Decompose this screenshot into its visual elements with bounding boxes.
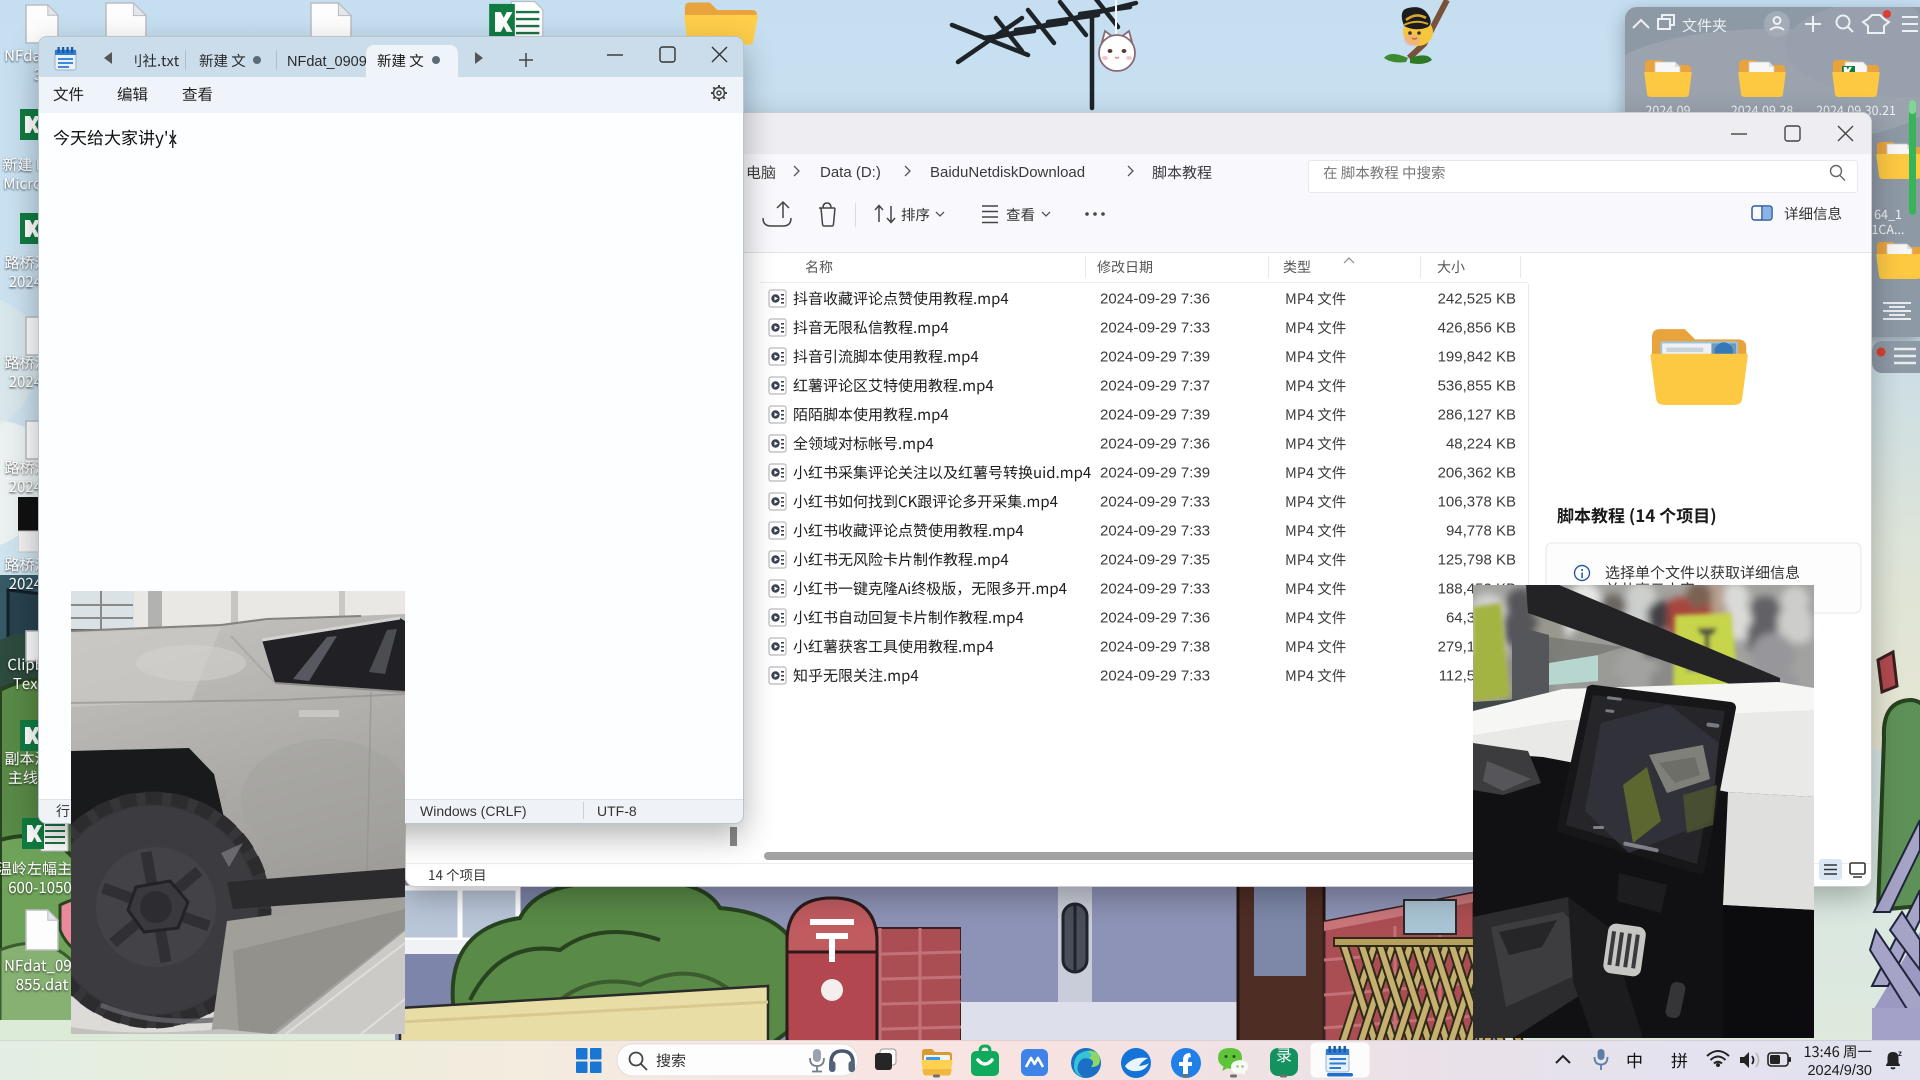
svg-text:2024-09-29 7:36: 2024-09-29 7:36	[1100, 610, 1210, 627]
svg-text:2024-09-29 7:33: 2024-09-29 7:33	[1100, 494, 1210, 511]
svg-text:NFdat_0909: NFdat_0909	[287, 54, 367, 70]
svg-text:UTF-8: UTF-8	[597, 803, 637, 819]
svg-text:2024-09-29 7:39: 2024-09-29 7:39	[1100, 407, 1210, 424]
svg-text:2024-09-29 7:33: 2024-09-29 7:33	[1100, 581, 1210, 598]
svg-text:2024-09-29 7:38: 2024-09-29 7:38	[1100, 639, 1210, 656]
svg-text:2024-09-29 7:33: 2024-09-29 7:33	[1100, 523, 1210, 540]
svg-text:286,127 KB: 286,127 KB	[1438, 407, 1516, 424]
svg-text:94,778 KB: 94,778 KB	[1446, 523, 1516, 540]
svg-text:2024-09-29 7:39: 2024-09-29 7:39	[1100, 465, 1210, 482]
svg-text:2024-09-29 7:33: 2024-09-29 7:33	[1100, 668, 1210, 685]
svg-text:BaiduNetdiskDownload: BaiduNetdiskDownload	[930, 164, 1085, 181]
svg-text:2024-09-29 7:39: 2024-09-29 7:39	[1100, 349, 1210, 366]
svg-text:48,224 KB: 48,224 KB	[1446, 436, 1516, 453]
svg-text:2024-09-29 7:35: 2024-09-29 7:35	[1100, 552, 1210, 569]
svg-text:Windows (CRLF): Windows (CRLF)	[420, 803, 527, 819]
svg-text:2024-09-29 7:37: 2024-09-29 7:37	[1100, 378, 1210, 395]
svg-text:2024-09-29 7:33: 2024-09-29 7:33	[1100, 320, 1210, 337]
svg-text:2024/9/30: 2024/9/30	[1807, 1063, 1872, 1079]
svg-text:206,362 KB: 206,362 KB	[1438, 465, 1516, 482]
svg-text:2024-09-29 7:36: 2024-09-29 7:36	[1100, 436, 1210, 453]
svg-text:2024-09-29 7:36: 2024-09-29 7:36	[1100, 291, 1210, 308]
svg-text:z: z	[1898, 1049, 1902, 1058]
svg-text:199,842 KB: 199,842 KB	[1438, 349, 1516, 366]
svg-text:Data (D:): Data (D:)	[820, 164, 881, 181]
svg-text:242,525 KB: 242,525 KB	[1438, 291, 1516, 308]
svg-text:426,856 KB: 426,856 KB	[1438, 320, 1516, 337]
svg-text:106,378 KB: 106,378 KB	[1438, 494, 1516, 511]
svg-text:125,798 KB: 125,798 KB	[1438, 552, 1516, 569]
svg-text:536,855 KB: 536,855 KB	[1438, 378, 1516, 395]
